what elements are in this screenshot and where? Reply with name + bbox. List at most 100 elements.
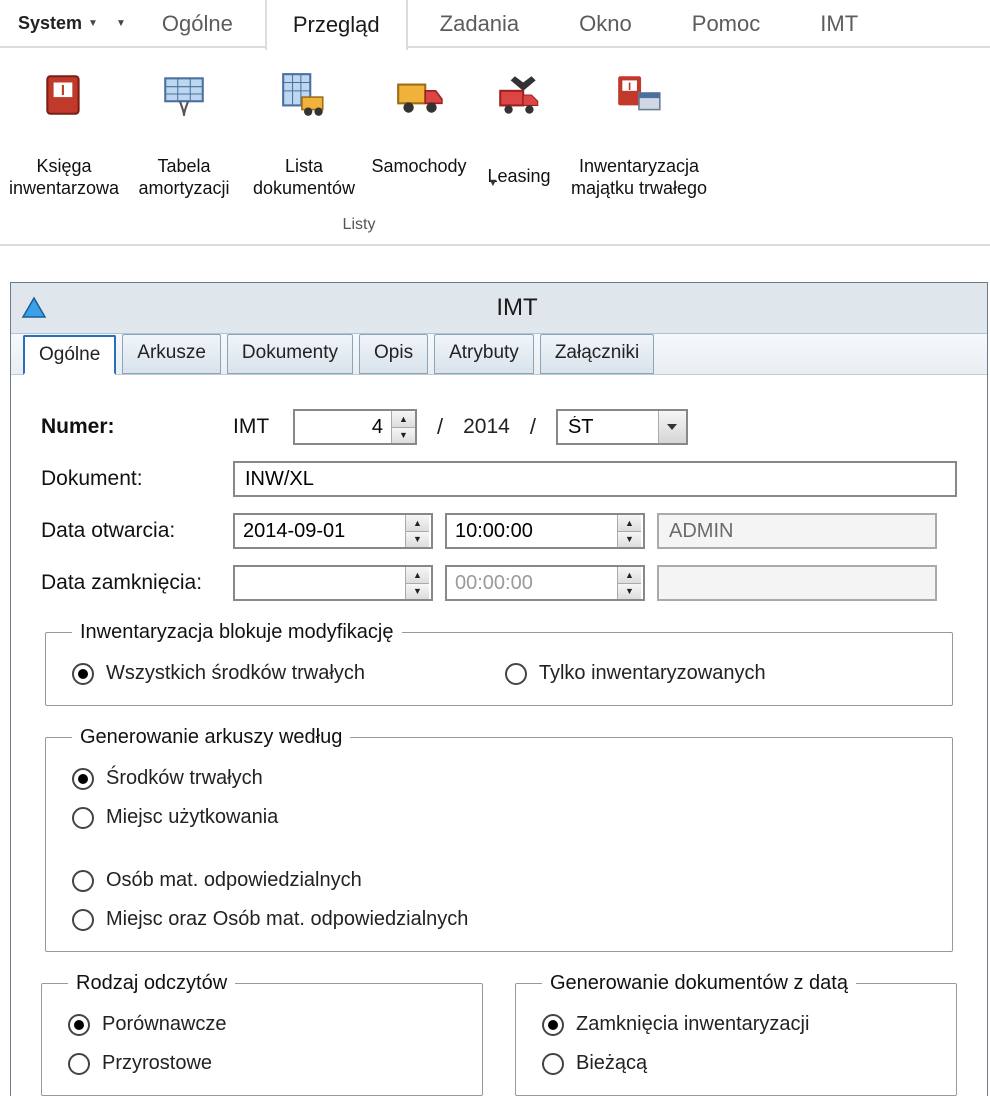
spin-down-icon[interactable]: ▼ (392, 428, 415, 444)
app-icon (21, 295, 47, 321)
spin-down-icon[interactable]: ▼ (406, 532, 429, 548)
table-icon (159, 70, 209, 120)
spin-up-icon[interactable]: ▲ (618, 567, 641, 584)
spin-up-icon[interactable]: ▲ (618, 515, 641, 532)
radio-icon (505, 663, 527, 685)
data-otwarcia-date[interactable]: ▲▼ (233, 513, 433, 549)
radio-label: Środków trwałych (106, 767, 263, 790)
titlebar: IMT (11, 283, 987, 333)
numer-type-input[interactable] (558, 411, 658, 443)
group-arkuszy: Generowanie arkuszy według Środków trwał… (45, 726, 953, 952)
legend-blokuje: Inwentaryzacja blokuje modyfikację (72, 621, 402, 644)
spin-down-icon[interactable]: ▼ (618, 532, 641, 548)
radio-osob-mat[interactable]: Osób mat. odpowiedzialnych (72, 869, 482, 892)
truck-icon (394, 70, 444, 120)
radio-label: Porównawcze (102, 1013, 227, 1036)
tab-arkusze[interactable]: Arkusze (122, 334, 221, 374)
spinner-buttons[interactable]: ▲▼ (405, 515, 429, 547)
radio-label: Miejsc oraz Osób mat. odpowiedzialnych (106, 908, 468, 931)
slash: / (522, 414, 544, 440)
tab-opis[interactable]: Opis (359, 334, 428, 374)
svg-text:I: I (628, 81, 631, 93)
radio-icon (72, 768, 94, 790)
group-dokumenty: Generowanie dokumentów z datą Zamknięcia… (515, 972, 957, 1096)
dokument-input[interactable] (233, 461, 957, 497)
ribbon-group-label: Listy (4, 212, 714, 244)
ribbon-label: Leasing ▼ (487, 156, 550, 200)
data-otwarcia-time[interactable]: ▲▼ (445, 513, 645, 549)
menu-okno[interactable]: Okno (551, 0, 660, 49)
ribbon-label: Lista dokumentów (248, 156, 360, 200)
data-zamkniecia-user (657, 565, 937, 601)
radio-biezaca[interactable]: Bieżącą (542, 1052, 930, 1075)
radio-srodkow-trwalych[interactable]: Środków trwałych (72, 767, 482, 790)
ribbon-lista-dokumentow[interactable]: Lista dokumentów (244, 66, 364, 212)
legend-dokumenty: Generowanie dokumentów z datą (542, 972, 856, 995)
radio-icon (72, 909, 94, 931)
tab-atrybuty[interactable]: Atrybuty (434, 334, 534, 374)
ribbon-leasing[interactable]: Leasing ▼ (474, 66, 564, 212)
window-title: IMT (57, 294, 977, 322)
spin-up-icon[interactable]: ▲ (392, 411, 415, 428)
radio-wszystkich[interactable]: Wszystkich środków trwałych (72, 662, 465, 685)
radio-przyrostowe[interactable]: Przyrostowe (68, 1052, 456, 1075)
tab-dokumenty[interactable]: Dokumenty (227, 334, 353, 374)
numer-input[interactable] (295, 411, 391, 443)
ribbon-samochody[interactable]: Samochody (364, 66, 474, 212)
ribbon-label: Samochody (371, 156, 466, 200)
radio-porownawcze[interactable]: Porównawcze (68, 1013, 456, 1036)
row-data-otwarcia: Data otwarcia: ▲▼ ▲▼ (41, 513, 957, 549)
tab-zalaczniki[interactable]: Załączniki (540, 334, 654, 374)
tab-ogolne[interactable]: Ogólne (23, 335, 116, 375)
menu-system[interactable]: System ▼ (8, 7, 108, 40)
spinner-buttons[interactable]: ▲▼ (405, 567, 429, 599)
tabs: Ogólne Arkusze Dokumenty Opis Atrybuty Z… (11, 333, 987, 374)
numer-prefix: IMT (233, 415, 281, 439)
menu-quick-dropdown[interactable]: ▼ (112, 12, 130, 35)
menu-pomoc[interactable]: Pomoc (664, 0, 788, 49)
legend-arkuszy: Generowanie arkuszy według (72, 726, 350, 749)
spinner-buttons[interactable]: ▲▼ (617, 515, 641, 547)
menu-przeglad[interactable]: Przegląd (265, 0, 408, 50)
date-input[interactable] (235, 515, 405, 547)
radio-label: Tylko inwentaryzowanych (539, 662, 766, 685)
row-data-zamkniecia: Data zamknięcia: ▲▼ ▲▼ (41, 565, 957, 601)
numer-year: 2014 (463, 415, 510, 439)
ribbon-label: Tabela amortyzacji (128, 156, 240, 200)
radio-miejsc-uzytkowania[interactable]: Miejsc użytkowania (72, 806, 482, 829)
spin-down-icon[interactable]: ▼ (406, 584, 429, 600)
chevron-down-icon: ▼ (88, 18, 98, 29)
data-zamkniecia-time[interactable]: ▲▼ (445, 565, 645, 601)
spin-down-icon[interactable]: ▼ (618, 584, 641, 600)
radio-icon (72, 663, 94, 685)
time-input[interactable] (447, 515, 617, 547)
numer-type-combo[interactable] (556, 409, 688, 445)
spinner-buttons[interactable]: ▲▼ (617, 567, 641, 599)
ribbon: I Księga inwentarzowa Tabela amortyzacji… (0, 48, 990, 246)
ribbon-tabela-amortyzacji[interactable]: Tabela amortyzacji (124, 66, 244, 212)
combo-button[interactable] (658, 411, 686, 443)
ribbon-ksiega-inwentarzowa[interactable]: I Księga inwentarzowa (4, 66, 124, 212)
radio-zamkniecia[interactable]: Zamknięcia inwentaryzacji (542, 1013, 930, 1036)
radio-label: Miejsc użytkowania (106, 806, 278, 829)
row-numer: Numer: IMT ▲▼ / 2014 / (41, 409, 957, 445)
data-zamkniecia-date[interactable]: ▲▼ (233, 565, 433, 601)
menu-ogolne[interactable]: Ogólne (134, 0, 261, 49)
time-input[interactable] (447, 567, 617, 599)
menu-imt[interactable]: IMT (792, 0, 886, 49)
spin-up-icon[interactable]: ▲ (406, 515, 429, 532)
radio-icon (72, 870, 94, 892)
date-input[interactable] (235, 567, 405, 599)
spinner-buttons[interactable]: ▲▼ (391, 411, 415, 443)
radio-label: Zamknięcia inwentaryzacji (576, 1013, 809, 1036)
menu-system-label: System (18, 13, 82, 34)
menu-zadania[interactable]: Zadania (412, 0, 548, 49)
radio-label: Osób mat. odpowiedzialnych (106, 869, 362, 892)
numer-spinner[interactable]: ▲▼ (293, 409, 417, 445)
radio-miejsc-osob[interactable]: Miejsc oraz Osób mat. odpowiedzialnych (72, 908, 482, 931)
radio-tylko-inwentaryzowanych[interactable]: Tylko inwentaryzowanych (505, 662, 766, 685)
ribbon-inwentaryzacja[interactable]: I Inwentaryzacja majątku trwałego (564, 66, 714, 212)
radio-label: Przyrostowe (102, 1052, 212, 1075)
handshake-truck-icon (494, 70, 544, 120)
spin-up-icon[interactable]: ▲ (406, 567, 429, 584)
